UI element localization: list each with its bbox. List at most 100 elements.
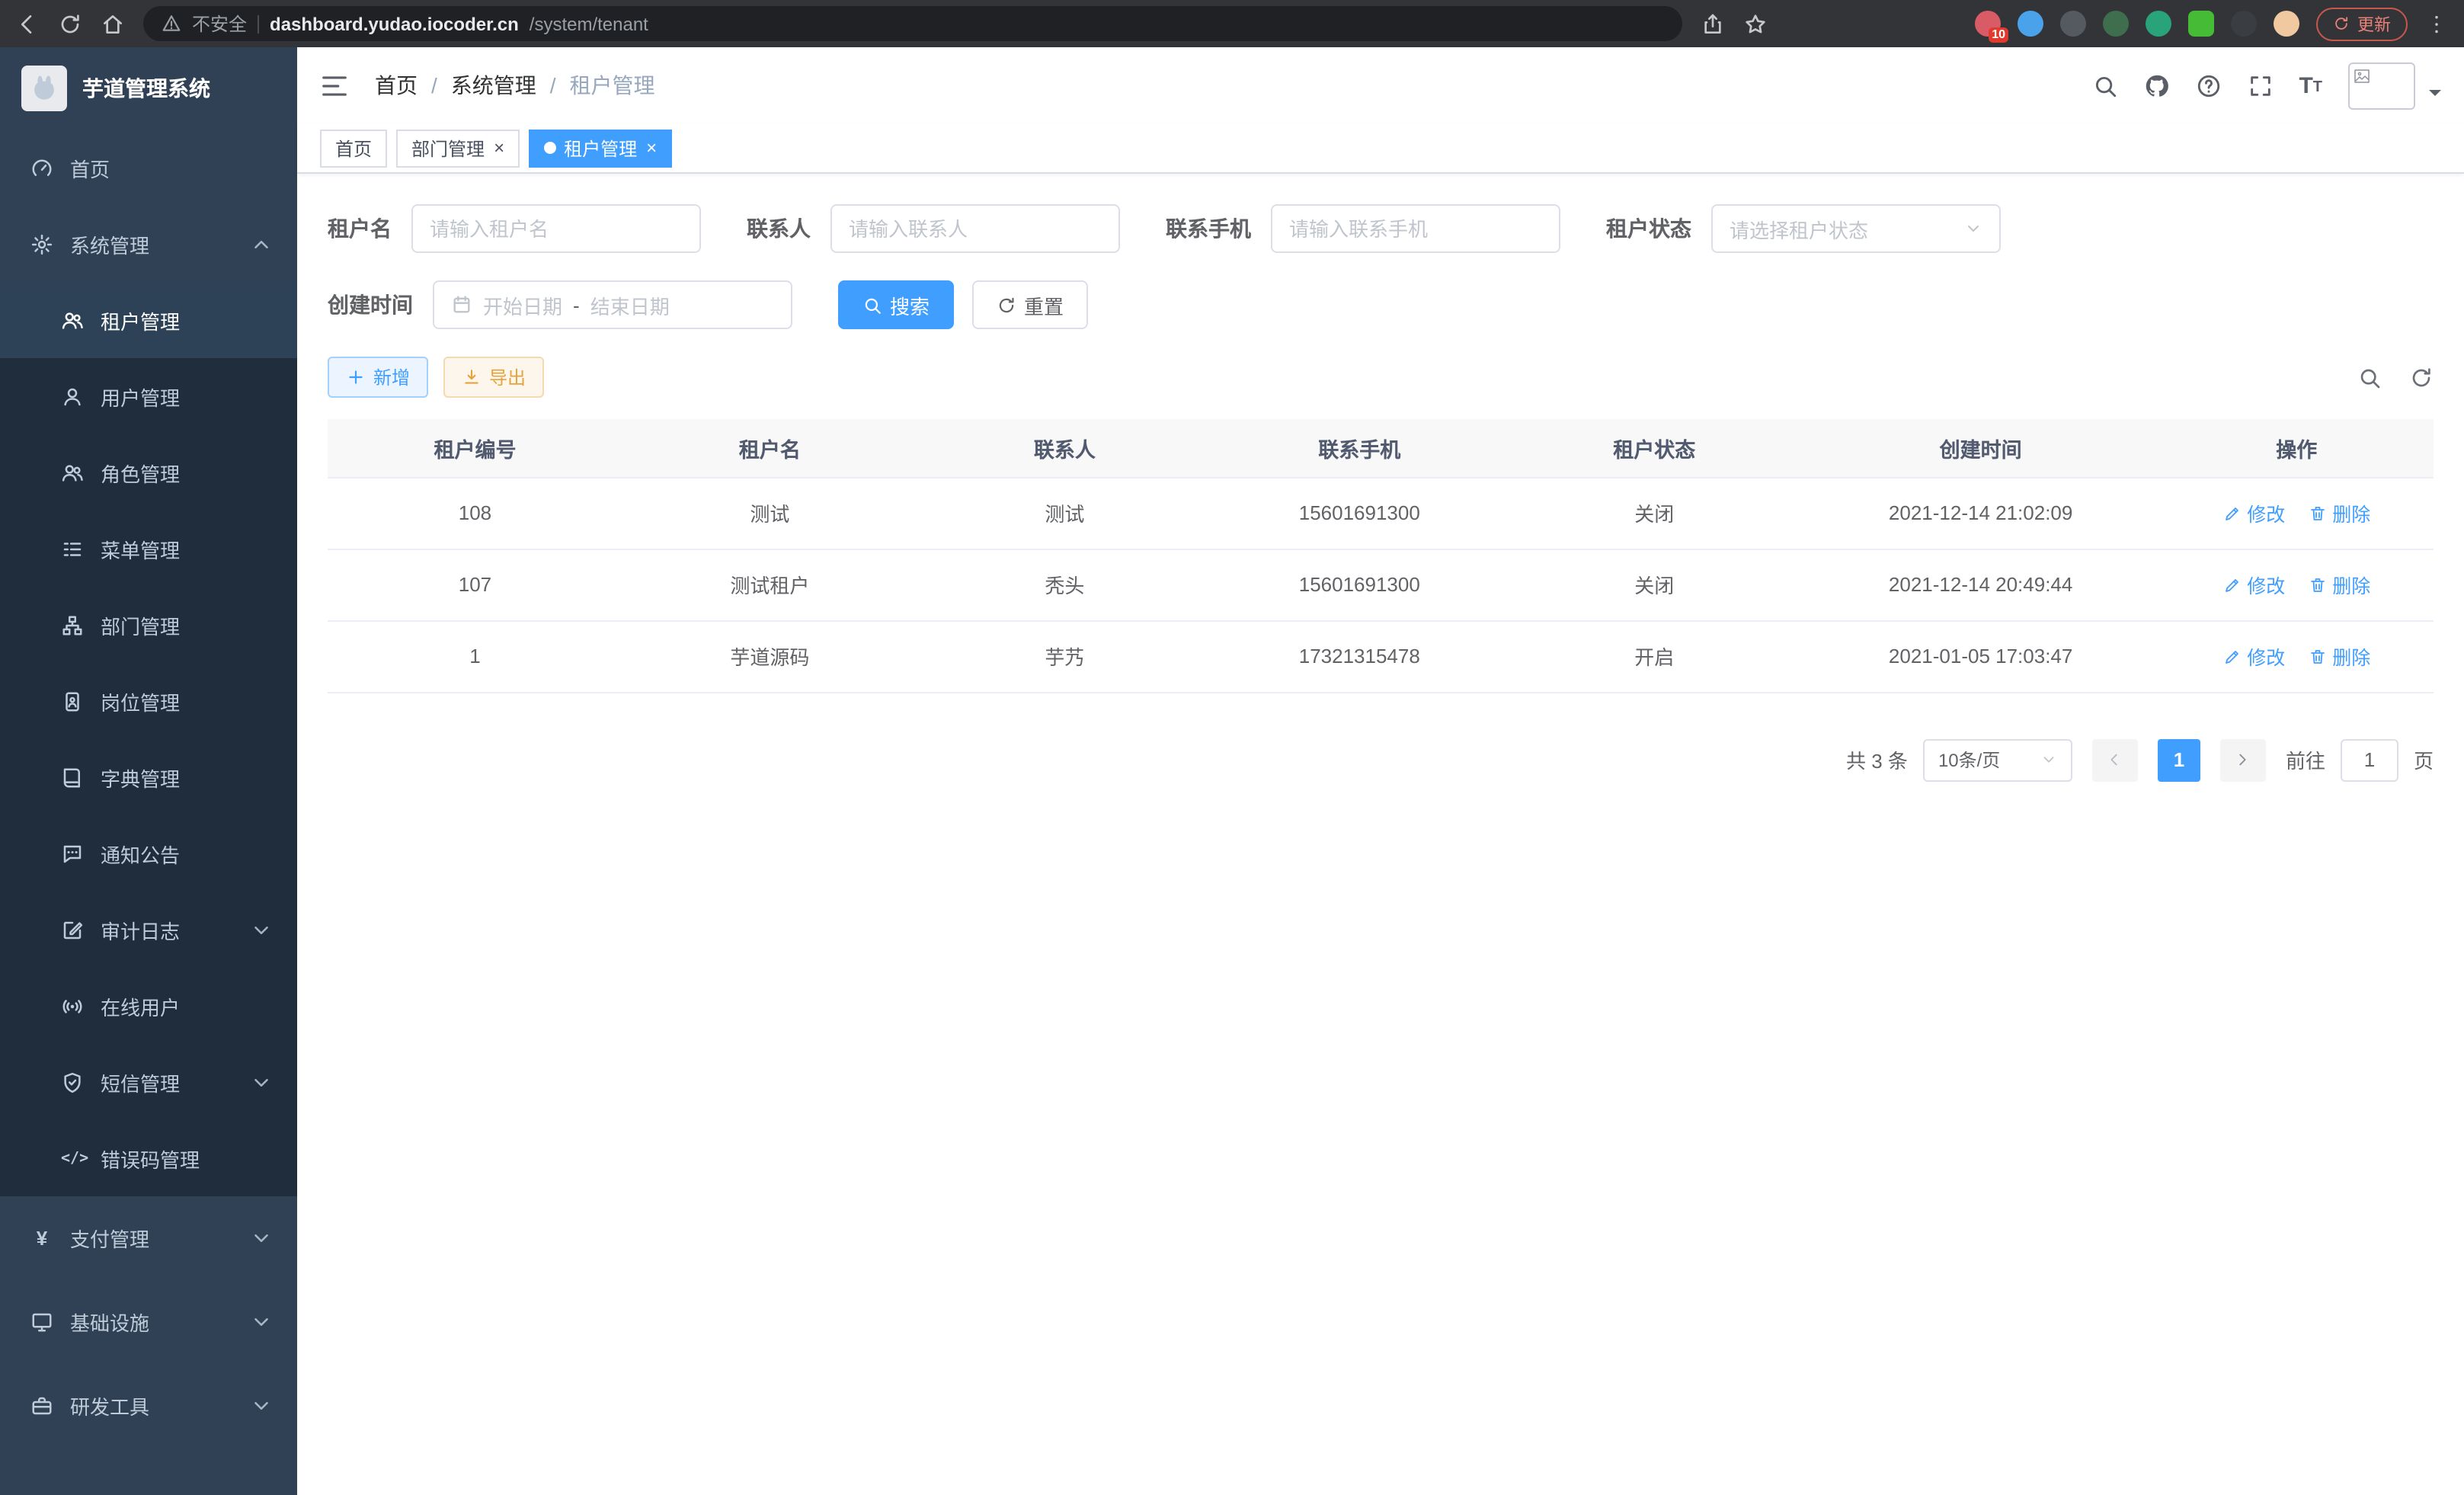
tenant-name-input[interactable] [411, 204, 701, 253]
browser-home-icon[interactable] [101, 11, 125, 36]
search-toggle-icon[interactable] [2357, 365, 2382, 389]
page-suffix: 页 [2414, 745, 2434, 774]
share-icon[interactable] [1701, 11, 1725, 36]
sidebar-item-notices[interactable]: 通知公告 [0, 815, 297, 892]
filter-label: 租户名 [328, 213, 392, 244]
delete-link[interactable]: 删除 [2308, 570, 2370, 599]
caret-down-icon[interactable] [2429, 90, 2441, 102]
tenant-name-field[interactable] [430, 217, 683, 240]
contact-field[interactable] [849, 217, 1102, 240]
sidebar-item-audit-log[interactable]: 审计日志 [0, 892, 297, 968]
extension-icon[interactable] [2188, 11, 2214, 37]
add-button[interactable]: 新增 [328, 357, 428, 398]
fullscreen-icon[interactable] [2247, 72, 2273, 98]
column-header: 租户编号 [328, 419, 622, 477]
infrastructure-monitor-icon [30, 1311, 53, 1333]
close-icon[interactable]: × [494, 139, 504, 157]
navbar: 首页 / 系统管理 / 租户管理 TT [297, 47, 2464, 123]
search-icon[interactable] [2091, 72, 2117, 98]
date-range-picker[interactable]: 开始日期 - 结束日期 [433, 280, 792, 329]
sidebar-item-menus[interactable]: 菜单管理 [0, 511, 297, 587]
sidebar-item-infrastructure[interactable]: 基础设施 [0, 1280, 297, 1364]
extension-icon[interactable] [2103, 11, 2129, 37]
extension-icon[interactable] [2060, 11, 2086, 37]
refresh-table-icon[interactable] [2409, 365, 2434, 389]
status-select[interactable]: 请选择租户状态 [1711, 204, 2001, 253]
tabs-bar: 首页 部门管理 × 租户管理 × [297, 123, 2464, 174]
github-icon[interactable] [2143, 72, 2169, 98]
chevron-down-icon [250, 1394, 273, 1417]
sidebar-item-system[interactable]: 系统管理 [0, 206, 297, 282]
edit-link[interactable]: 修改 [2222, 570, 2285, 599]
extension-icon[interactable] [2018, 11, 2043, 37]
address-bar[interactable]: 不安全 dashboard.yudao.iocoder.cn/system/te… [143, 6, 1682, 41]
extension-icon[interactable]: 10 [1975, 11, 2001, 37]
sidebar-item-home[interactable]: 首页 [0, 130, 297, 206]
contact-input[interactable] [830, 204, 1120, 253]
search-button-label: 搜索 [890, 290, 930, 319]
sidebar-item-dictionary[interactable]: 字典管理 [0, 739, 297, 815]
prev-page-button[interactable] [2092, 738, 2138, 781]
tab-department[interactable]: 部门管理 × [396, 129, 520, 167]
browser-back-icon[interactable] [15, 11, 40, 36]
sidebar-item-roles[interactable]: 角色管理 [0, 434, 297, 511]
delete-link[interactable]: 删除 [2308, 498, 2370, 527]
kebab-menu-icon[interactable] [2424, 11, 2449, 36]
sidebar-item-tenant[interactable]: 租户管理 [0, 282, 297, 358]
avatar[interactable] [2348, 62, 2415, 109]
plus-icon [346, 367, 366, 387]
page-number-button[interactable]: 1 [2158, 738, 2200, 781]
sidebar-item-sms[interactable]: 短信管理 [0, 1044, 297, 1120]
sidebar-item-users[interactable]: 用户管理 [0, 358, 297, 434]
tab-tenant[interactable]: 租户管理 × [529, 129, 672, 167]
breadcrumb-system[interactable]: 系统管理 [451, 70, 536, 101]
org-tree-icon [61, 613, 84, 636]
sidebar-item-error-codes[interactable]: </> 错误码管理 [0, 1120, 297, 1196]
font-size-icon[interactable]: TT [2299, 74, 2322, 97]
close-icon[interactable]: × [646, 139, 657, 157]
sidebar-item-label: 研发工具 [70, 1391, 149, 1420]
calendar-icon [451, 294, 472, 315]
trash-icon [2308, 575, 2326, 594]
filter-status: 租户状态 请选择租户状态 [1606, 204, 2001, 253]
sidebar-item-departments[interactable]: 部门管理 [0, 587, 297, 663]
reset-button[interactable]: 重置 [972, 280, 1088, 329]
pagination: 共 3 条 10条/页 1 前往 页 [328, 738, 2434, 781]
search-icon [862, 295, 882, 315]
help-icon[interactable] [2195, 72, 2221, 98]
export-button[interactable]: 导出 [443, 357, 544, 398]
extension-puzzle-icon[interactable] [2231, 11, 2257, 37]
tab-home[interactable]: 首页 [320, 129, 387, 167]
delete-link[interactable]: 删除 [2308, 642, 2370, 671]
update-refresh-icon [2333, 15, 2350, 32]
extension-icon[interactable] [2146, 11, 2171, 37]
sidebar-item-dev-tools[interactable]: 研发工具 [0, 1364, 297, 1448]
next-page-button[interactable] [2220, 738, 2266, 781]
end-date-placeholder: 结束日期 [590, 290, 670, 319]
sidebar-item-posts[interactable]: 岗位管理 [0, 663, 297, 739]
search-button[interactable]: 搜索 [838, 280, 954, 329]
profile-avatar-icon[interactable] [2274, 11, 2299, 37]
payment-yen-icon: ¥ [30, 1227, 53, 1250]
delete-label: 删除 [2332, 642, 2370, 671]
browser-refresh-icon[interactable] [58, 11, 82, 36]
page-size-select[interactable]: 10条/页 [1923, 738, 2072, 781]
chrome-update-button[interactable]: 更新 [2316, 7, 2408, 40]
tab-label: 首页 [335, 135, 372, 161]
online-signal-icon [61, 994, 84, 1017]
app-logo[interactable]: 芋道管理系统 [0, 47, 297, 130]
sidebar-item-payment[interactable]: ¥ 支付管理 [0, 1196, 297, 1280]
mobile-field[interactable] [1289, 217, 1542, 240]
sidebar-item-online-users[interactable]: 在线用户 [0, 968, 297, 1044]
cell-tenant-id: 1 [328, 620, 622, 692]
bookmark-star-icon[interactable] [1743, 11, 1768, 36]
goto-page-input[interactable] [2341, 738, 2398, 781]
edit-link[interactable]: 修改 [2222, 642, 2285, 671]
reset-button-label: 重置 [1024, 290, 1064, 319]
add-button-label: 新增 [373, 364, 410, 390]
edit-link[interactable]: 修改 [2222, 498, 2285, 527]
sidebar-collapse-icon[interactable] [320, 71, 349, 100]
breadcrumb-home[interactable]: 首页 [375, 70, 418, 101]
cell-mobile: 17321315478 [1212, 620, 1507, 692]
mobile-input[interactable] [1271, 204, 1560, 253]
